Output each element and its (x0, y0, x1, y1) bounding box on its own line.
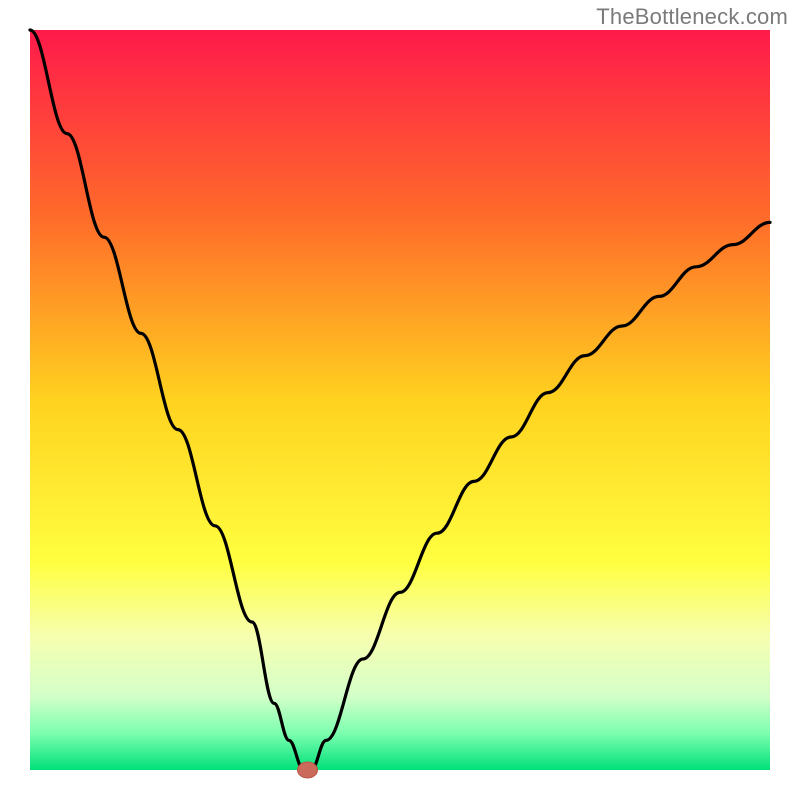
bottleneck-chart (0, 0, 800, 800)
gradient-background (30, 30, 770, 770)
optimal-marker (298, 762, 318, 778)
chart-container: TheBottleneck.com (0, 0, 800, 800)
watermark-text: TheBottleneck.com (596, 4, 788, 30)
